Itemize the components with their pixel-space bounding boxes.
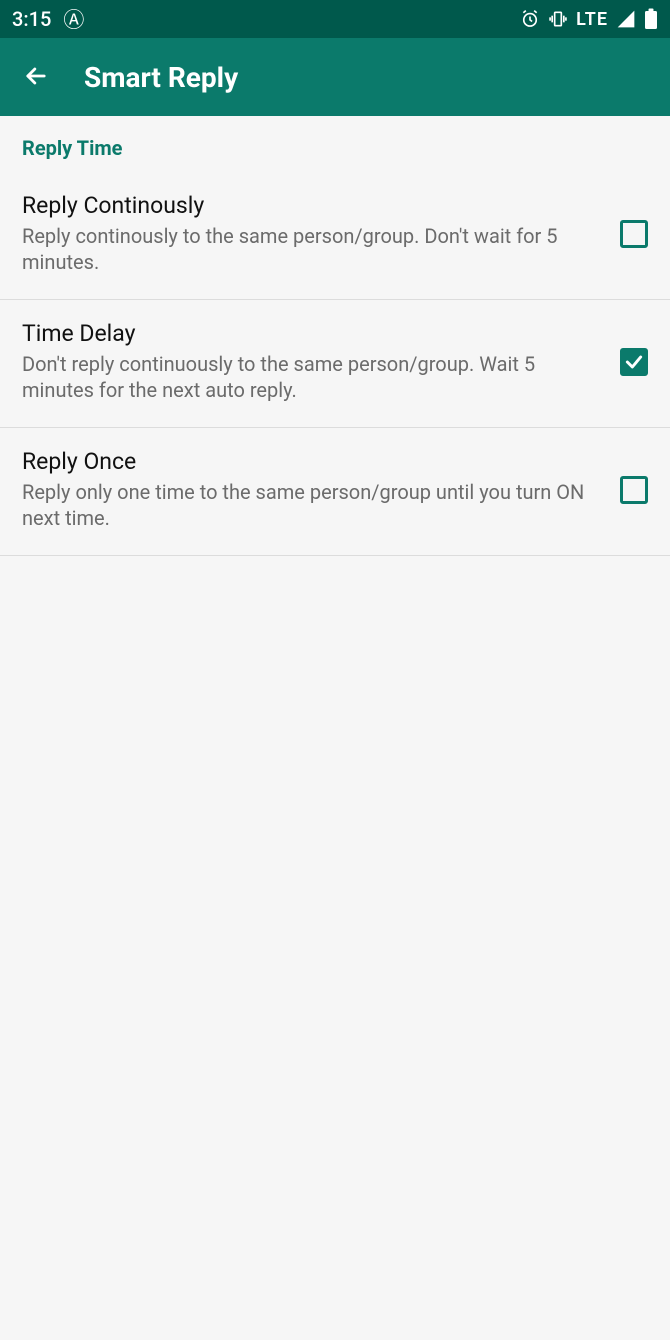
alarm-icon <box>520 9 540 29</box>
section-header-reply-time: Reply Time <box>0 116 670 172</box>
status-time: 3:15 <box>12 7 51 31</box>
vibrate-icon <box>548 9 568 29</box>
status-bar: 3:15 Ⓐ LTE <box>0 0 670 38</box>
option-reply-once[interactable]: Reply Once Reply only one time to the sa… <box>0 428 670 556</box>
checkbox-time-delay[interactable] <box>620 348 648 376</box>
content-area: Reply Time Reply Continously Reply conti… <box>0 116 670 556</box>
page-title: Smart Reply <box>84 61 238 94</box>
check-icon <box>624 352 644 372</box>
option-desc: Don't reply continuously to the same per… <box>22 351 600 403</box>
option-title: Reply Once <box>22 448 600 475</box>
battery-icon <box>644 8 658 30</box>
option-time-delay[interactable]: Time Delay Don't reply continuously to t… <box>0 300 670 428</box>
back-button[interactable] <box>12 53 60 101</box>
option-reply-continuously[interactable]: Reply Continously Reply continously to t… <box>0 172 670 300</box>
app-bar: Smart Reply <box>0 38 670 116</box>
status-bar-right: LTE <box>520 8 658 30</box>
a-circle-icon: Ⓐ <box>63 4 84 34</box>
option-desc: Reply continously to the same person/gro… <box>22 223 600 275</box>
lte-label: LTE <box>576 9 608 30</box>
checkbox-reply-once[interactable] <box>620 476 648 504</box>
option-title: Reply Continously <box>22 192 600 219</box>
checkbox-reply-continuously[interactable] <box>620 220 648 248</box>
status-bar-left: 3:15 Ⓐ <box>12 4 84 34</box>
option-title: Time Delay <box>22 320 600 347</box>
arrow-back-icon <box>22 62 50 93</box>
signal-icon <box>616 9 636 29</box>
option-desc: Reply only one time to the same person/g… <box>22 479 600 531</box>
